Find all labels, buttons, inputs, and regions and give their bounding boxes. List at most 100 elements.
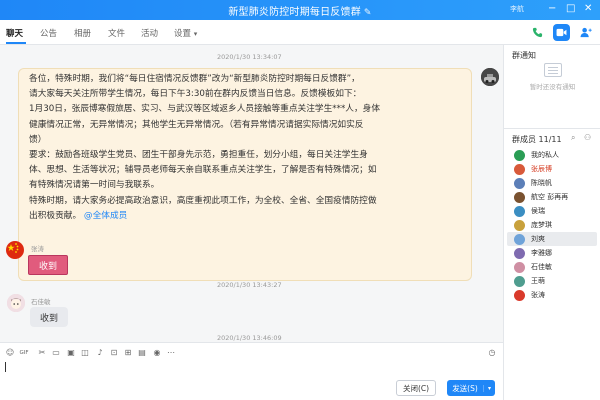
qq-group-chat-window: 新型肺炎防控时期每日反馈群 ✎ 李航 − □ ✕ 聊天 公告 相册 文件 活动 设…: [0, 0, 600, 400]
member-item[interactable]: 张辰博: [514, 162, 552, 176]
member-name: 石佳敏: [531, 263, 552, 271]
active-tab-indicator: [6, 42, 26, 44]
message-timestamp: 2020/1/30 13:34:07: [217, 53, 282, 61]
member-avatar: [514, 247, 525, 259]
folder-icon[interactable]: ▭: [51, 348, 61, 357]
message-line: 各位，特殊时期，我们将“每日住宿情况反馈群”改为“新型肺炎防控时期每日反馈群”，: [29, 74, 360, 84]
scissors-icon[interactable]: ✂: [37, 348, 47, 357]
history-clock-icon[interactable]: ◷: [487, 348, 497, 357]
send-button-label: 发送(S): [452, 383, 478, 393]
member-avatar: [514, 233, 525, 245]
announcement-message-bubble[interactable]: 各位，特殊时期，我们将“每日住宿情况反馈群”改为“新型肺炎防控时期每日反馈群”，…: [18, 68, 472, 281]
member-name: 陈晓帆: [531, 179, 552, 187]
member-name: 庞梦琪: [531, 221, 552, 229]
tab-chat[interactable]: 聊天: [6, 27, 23, 39]
member-avatar: [514, 149, 525, 161]
mic-icon[interactable]: ◉: [152, 348, 162, 357]
tab-settings[interactable]: 设置 ▾: [174, 27, 197, 39]
send-button[interactable]: 发送(S) ▾: [447, 380, 495, 396]
send-options-caret-icon[interactable]: ▾: [483, 384, 495, 392]
member-item-selected[interactable]: 刘爽: [507, 232, 597, 246]
add-member-small-icon[interactable]: ⚇: [584, 133, 591, 142]
member-search-icon[interactable]: ⌕: [571, 133, 575, 143]
member-item[interactable]: 我的私人: [514, 148, 559, 162]
tab-files[interactable]: 文件: [108, 27, 125, 39]
text-cursor: [5, 362, 6, 372]
member-item[interactable]: 王萌: [514, 274, 545, 288]
message-line: 特殊时期，请大家务必提高政治意识，高度重视此项工作，为全校、全省、全国疫情防控做: [29, 195, 377, 206]
member-avatar: [514, 261, 525, 273]
sender-name: 石佳敏: [31, 298, 51, 306]
reply-message-bubble[interactable]: 收到: [30, 307, 68, 327]
member-item[interactable]: 石佳敏: [514, 260, 552, 274]
cartoon-avatar[interactable]: [7, 294, 25, 312]
window-title: 新型肺炎防控时期每日反馈群: [228, 7, 361, 18]
notice-icon: [544, 63, 562, 77]
group-info-panel: 群通知 暂时还没有通知 群成员 11/11 ⌕ ⚇ 我的私人 张辰博 陈晓帆 航…: [503, 45, 600, 400]
sender-name: 张涛: [31, 245, 44, 253]
tab-activities[interactable]: 活动: [141, 27, 158, 39]
member-item[interactable]: 航空 彭再再: [514, 190, 568, 204]
message-line: 体、思想、生活等状况；辅导员老师每天亲自联系重点关注学生，了解是否有特殊情况；如: [29, 165, 377, 176]
account-name[interactable]: 李航: [510, 4, 524, 14]
phone-icon[interactable]: [529, 24, 546, 41]
member-name: 王萌: [531, 277, 545, 285]
member-avatar: [514, 191, 525, 203]
group-notice-title: 群通知: [512, 51, 536, 60]
shake-icon[interactable]: ◫: [80, 348, 90, 357]
tab-announcement[interactable]: 公告: [40, 27, 57, 39]
message-line: 健康情况正常，无异常情况；其他学生无异常情况。（若有异常情况请据实际情况如实反: [29, 119, 364, 130]
member-name: 航空 彭再再: [531, 193, 569, 201]
mention-all-members[interactable]: @全体成员: [84, 211, 127, 221]
member-name: 侯瑞: [531, 207, 545, 215]
sender-avatar[interactable]: [481, 68, 499, 86]
member-avatar: [514, 219, 525, 231]
tab-album[interactable]: 相册: [74, 27, 91, 39]
image-icon[interactable]: ▣: [66, 348, 76, 357]
flag-avatar[interactable]: [6, 241, 24, 259]
message-line: 要求：鼓励各班级学生党员、团生干部身先示范，勇担重任，划分小组，每日关注学生身: [29, 150, 368, 161]
chat-message-area[interactable]: 2020/1/30 13:34:07 各位，特殊时期，我们将“每日住宿情况反馈群…: [0, 45, 503, 342]
member-avatar: [514, 289, 525, 301]
close-button[interactable]: 关闭(C): [396, 380, 436, 396]
gif-icon[interactable]: GIF: [19, 350, 29, 356]
minimize-icon[interactable]: −: [548, 2, 556, 16]
voice-icon[interactable]: ♪: [95, 348, 105, 357]
grid-icon[interactable]: ⊞: [123, 348, 133, 357]
tab-settings-label: 设置: [174, 29, 192, 39]
member-name: 李雅娜: [531, 249, 552, 257]
settings-caret-icon: ▾: [193, 30, 198, 38]
member-name: 我的私人: [531, 151, 559, 159]
video-icon[interactable]: [553, 24, 570, 41]
add-member-icon[interactable]: [577, 24, 594, 41]
member-item[interactable]: 张涛: [514, 288, 545, 302]
member-name: 张辰博: [531, 165, 552, 173]
notice-empty-text: 暂时还没有通知: [529, 83, 576, 91]
tab-bar: 聊天 公告 相册 文件 活动 设置 ▾: [0, 20, 600, 45]
message-line-last: 出积极贡献。 @全体成员: [29, 209, 463, 224]
member-avatar: [514, 205, 525, 217]
emoji-icon[interactable]: ☺: [5, 348, 15, 357]
member-item[interactable]: 李雅娜: [514, 246, 552, 260]
member-avatar: [514, 163, 525, 175]
member-item[interactable]: 侯瑞: [514, 204, 545, 218]
message-timestamp: 2020/1/30 13:43:27: [217, 281, 282, 289]
member-item[interactable]: 庞梦琪: [514, 218, 552, 232]
red-packet-icon[interactable]: ▤: [137, 348, 147, 357]
message-line: 馈）: [29, 134, 47, 145]
more-icon[interactable]: ⋯: [166, 348, 176, 357]
group-members-title: 群成员 11/11: [512, 135, 562, 144]
message-input-area[interactable]: ☺ GIF ✂ ▭ ▣ ◫ ♪ ⊡ ⊞ ▤ ◉ ⋯ ◷ 关闭(C) 发送(S) …: [0, 342, 503, 400]
close-window-icon[interactable]: ✕: [584, 2, 592, 16]
member-name: 刘爽: [531, 235, 545, 243]
member-avatar: [514, 177, 525, 189]
edit-title-icon[interactable]: ✎: [364, 8, 372, 18]
message-line: 请大家每天关注所带学生情况，每日下午3:30前在群内反馈当日信息。反馈模板如下：: [29, 89, 362, 100]
member-item[interactable]: 陈晓帆: [514, 176, 552, 190]
maximize-icon[interactable]: □: [566, 2, 575, 16]
member-name: 张涛: [531, 291, 545, 299]
reply-message-bubble[interactable]: 收到: [28, 255, 68, 275]
message-timestamp: 2020/1/30 13:46:09: [217, 334, 282, 342]
message-line: 出积极贡献。: [29, 210, 82, 221]
remote-icon[interactable]: ⊡: [109, 348, 119, 357]
